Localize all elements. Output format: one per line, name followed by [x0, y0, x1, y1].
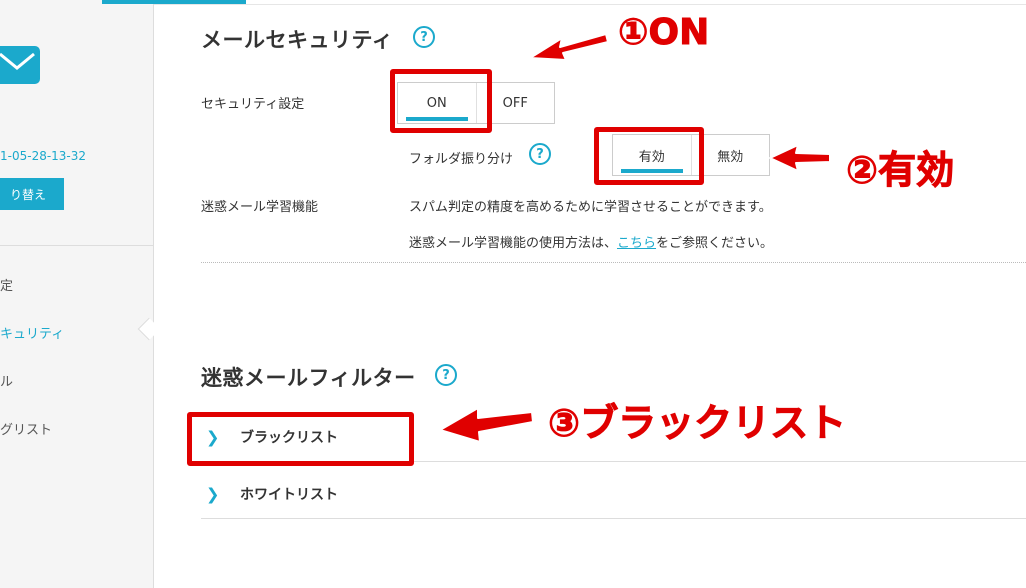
highlight-box-blacklist	[187, 412, 414, 466]
learning-howto-suffix: をご参照ください。	[656, 236, 774, 251]
whitelist-row[interactable]: ❯ ホワイトリスト	[201, 466, 1026, 522]
security-setting-label: セキュリティ設定	[201, 97, 305, 112]
mail-security-title: メールセキュリティ	[201, 28, 394, 52]
highlight-box-enabled	[594, 127, 704, 185]
account-panel: 1-05-28-13-32 り替え	[0, 0, 153, 246]
learning-howto-prefix: 迷惑メール学習機能の使用方法は、	[409, 236, 618, 251]
folder-help-icon[interactable]: ?	[529, 143, 551, 165]
sidebar-item-security[interactable]: キュリティ	[0, 323, 64, 342]
highlight-box-on	[390, 69, 492, 133]
annotation-step2: ②有効	[845, 148, 955, 193]
annotation-arrow-icon	[769, 144, 831, 172]
sidebar-item-list[interactable]: グリスト	[0, 419, 52, 438]
divider	[154, 4, 1026, 5]
spam-filter-title: 迷惑メールフィルター	[201, 366, 416, 390]
annotation-arrow-icon	[439, 407, 534, 443]
account-id-text: 1-05-28-13-32	[0, 149, 87, 163]
learning-label: 迷惑メール学習機能	[201, 200, 319, 215]
learning-howto: 迷惑メール学習機能の使用方法は、こちらをご参照ください。	[409, 232, 773, 251]
mail-icon	[0, 46, 40, 84]
switch-account-button[interactable]: り替え	[0, 178, 64, 210]
learning-description: スパム判定の精度を高めるために学習させることができます。	[409, 200, 772, 215]
help-icon[interactable]: ?	[413, 26, 435, 48]
sidebar: 1-05-28-13-32 り替え 定 キュリティ ル グリスト	[0, 0, 154, 588]
folder-sort-label: フォルダ振り分け	[409, 152, 514, 167]
whitelist-label: ホワイトリスト	[240, 487, 338, 503]
annotation-arrow-icon	[529, 33, 609, 61]
chevron-right-icon: ❯	[206, 484, 220, 504]
section-divider	[201, 262, 1026, 263]
annotation-step1: ①ON	[617, 12, 710, 54]
row-divider	[201, 518, 1026, 519]
filter-help-icon[interactable]: ?	[435, 364, 457, 386]
annotation-step3: ③ブラックリスト	[547, 401, 847, 446]
sidebar-item-settings[interactable]: 定	[0, 275, 13, 294]
sidebar-item-mail[interactable]: ル	[0, 371, 13, 390]
learning-howto-link[interactable]: こちら	[617, 236, 656, 251]
